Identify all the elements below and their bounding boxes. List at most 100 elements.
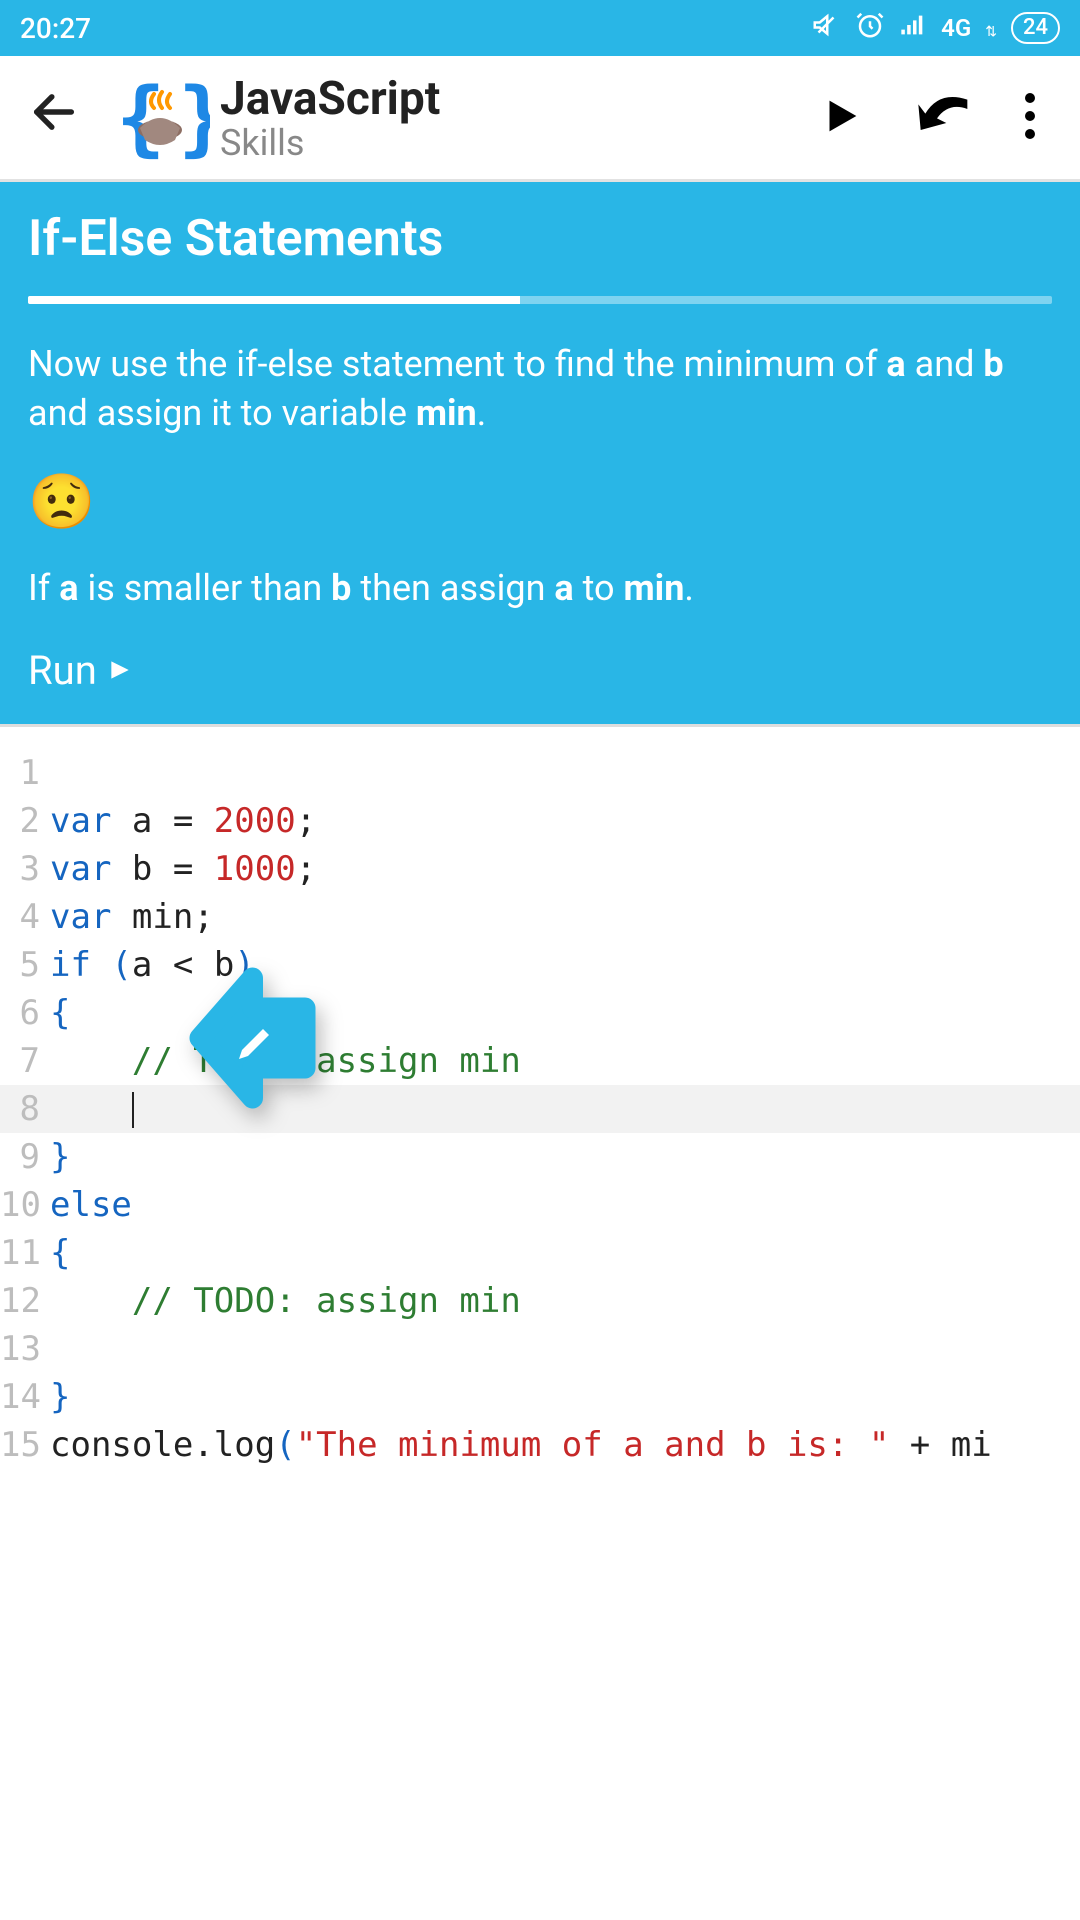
sad-emoji-icon: 😟 [28, 471, 1052, 534]
code-line[interactable]: var min; [50, 893, 1080, 941]
id: b [111, 849, 172, 889]
pun: } [50, 1377, 70, 1417]
line-number: 5 [0, 941, 50, 989]
id: console [50, 1425, 193, 1465]
code-line[interactable] [50, 749, 1080, 797]
line-number: 10 [0, 1181, 50, 1229]
kw: var [50, 801, 111, 841]
pun: { [50, 1233, 70, 1273]
op: + [889, 1425, 950, 1465]
alarm-icon [855, 10, 885, 47]
mute-icon [811, 10, 841, 47]
code-line[interactable]: } [50, 1373, 1080, 1421]
play-button[interactable] [792, 93, 890, 143]
pun: ( [275, 1425, 295, 1465]
code-line[interactable]: { [50, 1229, 1080, 1277]
op: = [173, 801, 193, 841]
hint-text-part: to [574, 567, 624, 609]
lesson-text-part: Now use the if-else statement to find th… [28, 343, 886, 385]
semi: ; [296, 801, 316, 841]
num: 2000 [193, 801, 295, 841]
code-line[interactable]: var b = 1000; [50, 845, 1080, 893]
num: 1000 [193, 849, 295, 889]
id: a [111, 801, 172, 841]
kw: if [50, 945, 91, 985]
lesson-title: If-Else Statements [28, 210, 1052, 268]
lesson-text-part: and [906, 343, 984, 385]
app-title: JavaScript [220, 72, 792, 126]
kw: var [50, 897, 111, 937]
edit-indicator-arrow-icon[interactable] [170, 963, 320, 1126]
app-bar: { } JavaScript Skills [0, 56, 1080, 182]
progress-bar [28, 296, 1052, 304]
text-cursor [132, 1092, 134, 1128]
code-line[interactable]: var a = 2000; [50, 797, 1080, 845]
line-number: 11 [0, 1229, 50, 1277]
network-arrows-icon: ⇅ [985, 24, 997, 40]
svg-text:}: } [178, 71, 210, 166]
lesson-text-bold: b [983, 343, 1003, 385]
code-line[interactable]: // TODO: assign min [50, 1277, 1080, 1325]
status-right: 4G ⇅ 24 [811, 10, 1060, 47]
app-logo: { } [110, 68, 210, 168]
line-number: 12 [0, 1277, 50, 1325]
code-line[interactable]: } [50, 1133, 1080, 1181]
hint-text-bold: a [59, 567, 78, 609]
hint-text-part: If [28, 567, 59, 609]
app-subtitle: Skills [220, 122, 792, 164]
undo-button[interactable] [890, 93, 998, 143]
more-button[interactable] [998, 92, 1062, 144]
pun: } [50, 1137, 70, 1177]
line-number: 6 [0, 989, 50, 1037]
id: min [111, 897, 193, 937]
lesson-text-bold: a [886, 343, 905, 385]
line-number: 15 [0, 1421, 50, 1469]
pun: ( [91, 945, 132, 985]
lesson-text-part: and assign it to variable [28, 392, 416, 434]
line-number: 13 [0, 1325, 50, 1373]
status-time: 20:27 [20, 12, 91, 45]
code-line[interactable]: console.log("The minimum of a and b is: … [50, 1421, 1080, 1469]
kw: else [50, 1185, 132, 1225]
hint-text-part: is smaller than [79, 567, 332, 609]
hint-text-bold: b [331, 567, 351, 609]
line-number: 1 [0, 749, 50, 797]
dot: . [193, 1425, 213, 1465]
progress-fill [28, 296, 520, 304]
code-line[interactable] [50, 1325, 1080, 1373]
indent [50, 1089, 132, 1129]
semi: ; [193, 897, 213, 937]
signal-icon [899, 11, 927, 46]
hint-text-bold: a [554, 567, 573, 609]
op: = [173, 849, 193, 889]
line-number: 4 [0, 893, 50, 941]
status-bar: 20:27 4G ⇅ 24 [0, 0, 1080, 56]
line-number: 3 [0, 845, 50, 893]
line-number: 9 [0, 1133, 50, 1181]
run-button[interactable]: Run [28, 647, 1052, 694]
str: "The minimum of a and b is: " [296, 1425, 890, 1465]
lesson-header: If-Else Statements Now use the if-else s… [0, 182, 1080, 724]
network-label: 4G [941, 14, 971, 42]
lesson-hint: If a is smaller than b then assign a to … [28, 564, 1052, 613]
line-number: 8 [0, 1085, 50, 1133]
lesson-text-part: . [477, 392, 487, 434]
semi: ; [296, 849, 316, 889]
pun: { [50, 993, 70, 1033]
code-line[interactable]: else [50, 1181, 1080, 1229]
line-number: 14 [0, 1373, 50, 1421]
run-label: Run [28, 647, 97, 694]
app-title-block: JavaScript Skills [220, 72, 792, 164]
id: log [214, 1425, 275, 1465]
hint-text-part: . [684, 567, 694, 609]
line-number: 7 [0, 1037, 50, 1085]
play-small-icon [107, 657, 133, 683]
lesson-text-bold: min [416, 392, 477, 434]
id: mi [951, 1425, 992, 1465]
comment: // TODO: assign min [50, 1281, 521, 1321]
hint-text-part: then assign [351, 567, 554, 609]
battery-badge: 24 [1011, 12, 1060, 44]
code-editor[interactable]: 1 2var a = 2000; 3var b = 1000; 4var min… [0, 724, 1080, 1469]
back-button[interactable] [18, 82, 110, 153]
id: a [132, 945, 173, 985]
